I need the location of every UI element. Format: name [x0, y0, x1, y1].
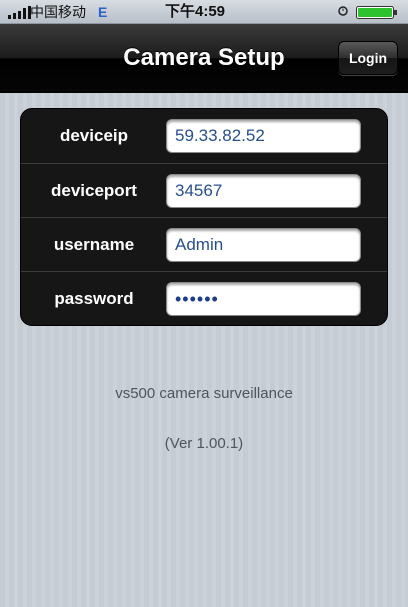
deviceport-field[interactable] — [166, 174, 361, 208]
deviceport-label: deviceport — [51, 181, 137, 200]
form-row-username: username — [21, 217, 387, 271]
status-bar: 中国移动 E 下午4:59 — [0, 0, 408, 24]
form-row-deviceport: deviceport — [21, 163, 387, 217]
battery-icon — [356, 6, 397, 19]
status-clock: 下午4:59 — [164, 3, 226, 20]
username-label: username — [53, 235, 135, 254]
network-type: E — [98, 4, 108, 20]
alarm-clock-icon — [338, 6, 348, 16]
content-area: deviceip deviceport username password vs… — [0, 93, 408, 607]
deviceip-field[interactable] — [166, 119, 361, 153]
navigation-bar: Camera Setup Login — [0, 24, 408, 93]
settings-form: deviceip deviceport username password — [20, 108, 388, 326]
login-button[interactable]: Login — [338, 41, 398, 75]
username-field[interactable] — [166, 228, 361, 262]
password-label: password — [54, 289, 134, 308]
app-version-text: (Ver 1.00.1) — [164, 435, 244, 452]
password-field[interactable] — [166, 282, 361, 316]
carrier-name: 中国移动 — [30, 4, 86, 20]
deviceip-label: deviceip — [59, 126, 129, 145]
form-row-deviceip: deviceip — [21, 109, 387, 163]
app-name-text: vs500 camera surveillance — [115, 385, 293, 402]
signal-bars-icon — [8, 6, 31, 19]
form-row-password: password — [21, 271, 387, 325]
